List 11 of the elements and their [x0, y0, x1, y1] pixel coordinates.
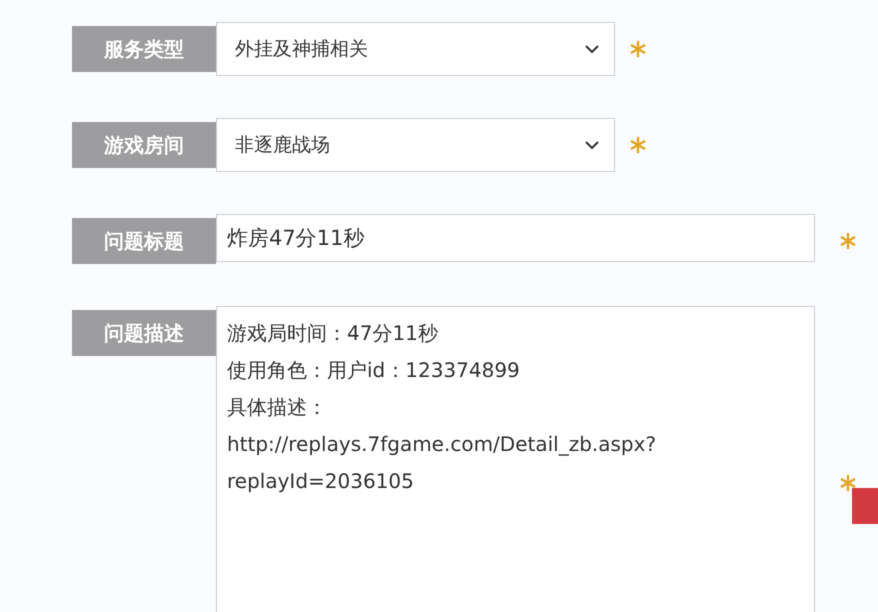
- field-label: 问题描述: [72, 310, 216, 356]
- field-label: 问题标题: [72, 218, 216, 264]
- description-field[interactable]: 游戏局时间：47分11秒 使用角色：用户id：123374899 具体描述： http://replays.7fgame.com/Detail_zb.aspx? replayId=2036105: [216, 306, 815, 612]
- dropdown[interactable]: 外挂及神捕相关: [216, 22, 615, 76]
- chevron-down-icon: [584, 140, 600, 150]
- dropdown[interactable]: 非逐鹿战场: [216, 118, 615, 172]
- field-label: 游戏房间: [72, 122, 216, 168]
- field-label: 服务类型: [72, 26, 216, 72]
- input-field[interactable]: 炸房47分11秒: [216, 214, 815, 262]
- chevron-down-icon: [584, 44, 600, 54]
- side-tab[interactable]: [852, 488, 878, 524]
